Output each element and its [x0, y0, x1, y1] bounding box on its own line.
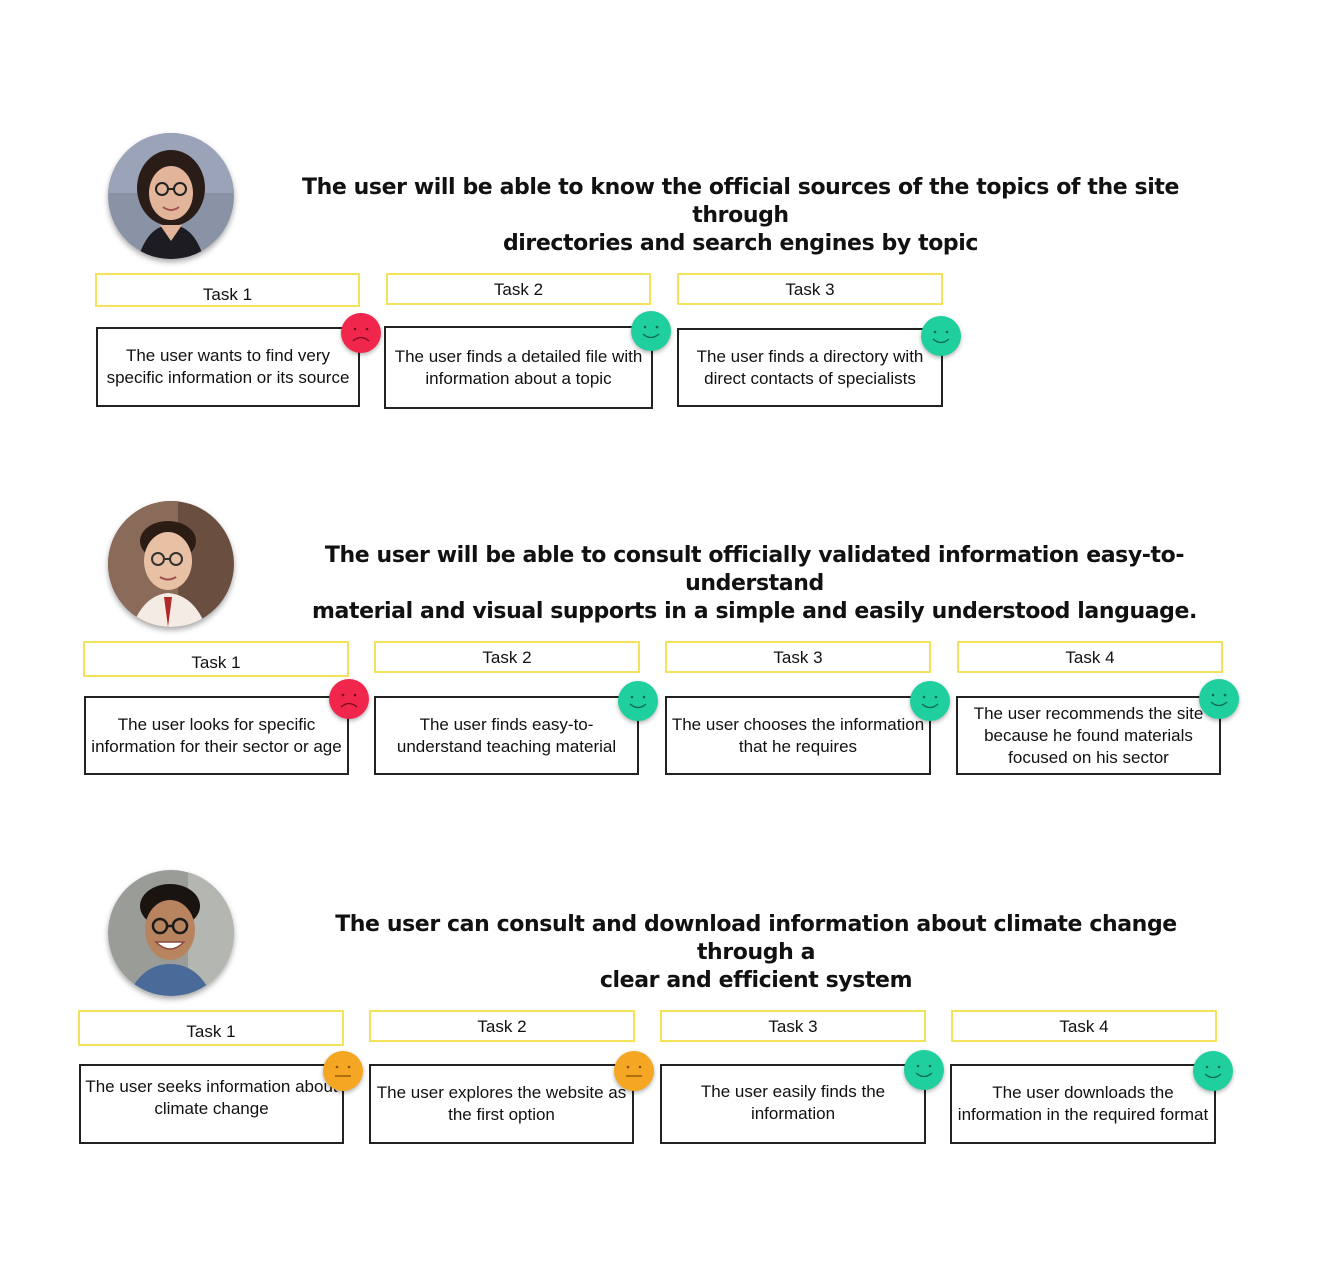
- sad-face-icon: [329, 679, 369, 719]
- row-2-title: The user will be able to consult officia…: [311, 543, 1197, 624]
- row-1-title: The user will be able to know the offici…: [302, 175, 1179, 256]
- happy-face-icon: [910, 681, 950, 721]
- happy-face-icon: [921, 316, 961, 356]
- row-2-task-3-card: The user chooses the information that he…: [665, 696, 931, 775]
- row-3-task-2-card: The user explores the website as the fir…: [369, 1064, 634, 1144]
- row-2-task-2-card: The user finds easy-to-understand teachi…: [374, 696, 639, 775]
- row-1-task-3-card: The user finds a directory with direct c…: [677, 328, 943, 407]
- row-3-task-3-card: The user easily finds the information: [660, 1064, 926, 1144]
- row-3-task-1-card: The user seeks information about climate…: [79, 1064, 344, 1144]
- row-3-task-3-label: Task 3: [660, 1010, 926, 1042]
- row-3-title: The user can consult and download inform…: [335, 912, 1177, 993]
- row-1-task-3-label: Task 3: [677, 273, 943, 305]
- row-2-task-1-label: Task 1: [83, 641, 349, 677]
- neutral-face-icon: [323, 1051, 363, 1091]
- row-3-task-1-label: Task 1: [78, 1010, 344, 1046]
- sad-face-icon: [341, 313, 381, 353]
- persona-avatar-3: [108, 870, 234, 996]
- happy-face-icon: [904, 1050, 944, 1090]
- row-3-task-4-label: Task 4: [951, 1010, 1217, 1042]
- row-2-task-1-card: The user looks for specific information …: [84, 696, 349, 775]
- neutral-face-icon: [614, 1051, 654, 1091]
- row-1-task-2-label: Task 2: [386, 273, 651, 305]
- persona-avatar-1: [108, 133, 234, 259]
- row-2-task-2-label: Task 2: [374, 641, 640, 673]
- row-3-task-4-card: The user downloads the information in th…: [950, 1064, 1216, 1144]
- happy-face-icon: [631, 311, 671, 351]
- row-3-task-2-label: Task 2: [369, 1010, 635, 1042]
- happy-face-icon: [618, 681, 658, 721]
- row-1-task-2-card: The user finds a detailed file with info…: [384, 326, 653, 409]
- row-1-task-1-label: Task 1: [95, 273, 360, 307]
- happy-face-icon: [1199, 679, 1239, 719]
- persona-avatar-2: [108, 501, 234, 627]
- row-2-task-4-label: Task 4: [957, 641, 1223, 673]
- row-2-task-3-label: Task 3: [665, 641, 931, 673]
- row-2-task-4-card: The user recommends the site because he …: [956, 696, 1221, 775]
- happy-face-icon: [1193, 1051, 1233, 1091]
- row-1-task-1-card: The user wants to find very specific inf…: [96, 327, 360, 407]
